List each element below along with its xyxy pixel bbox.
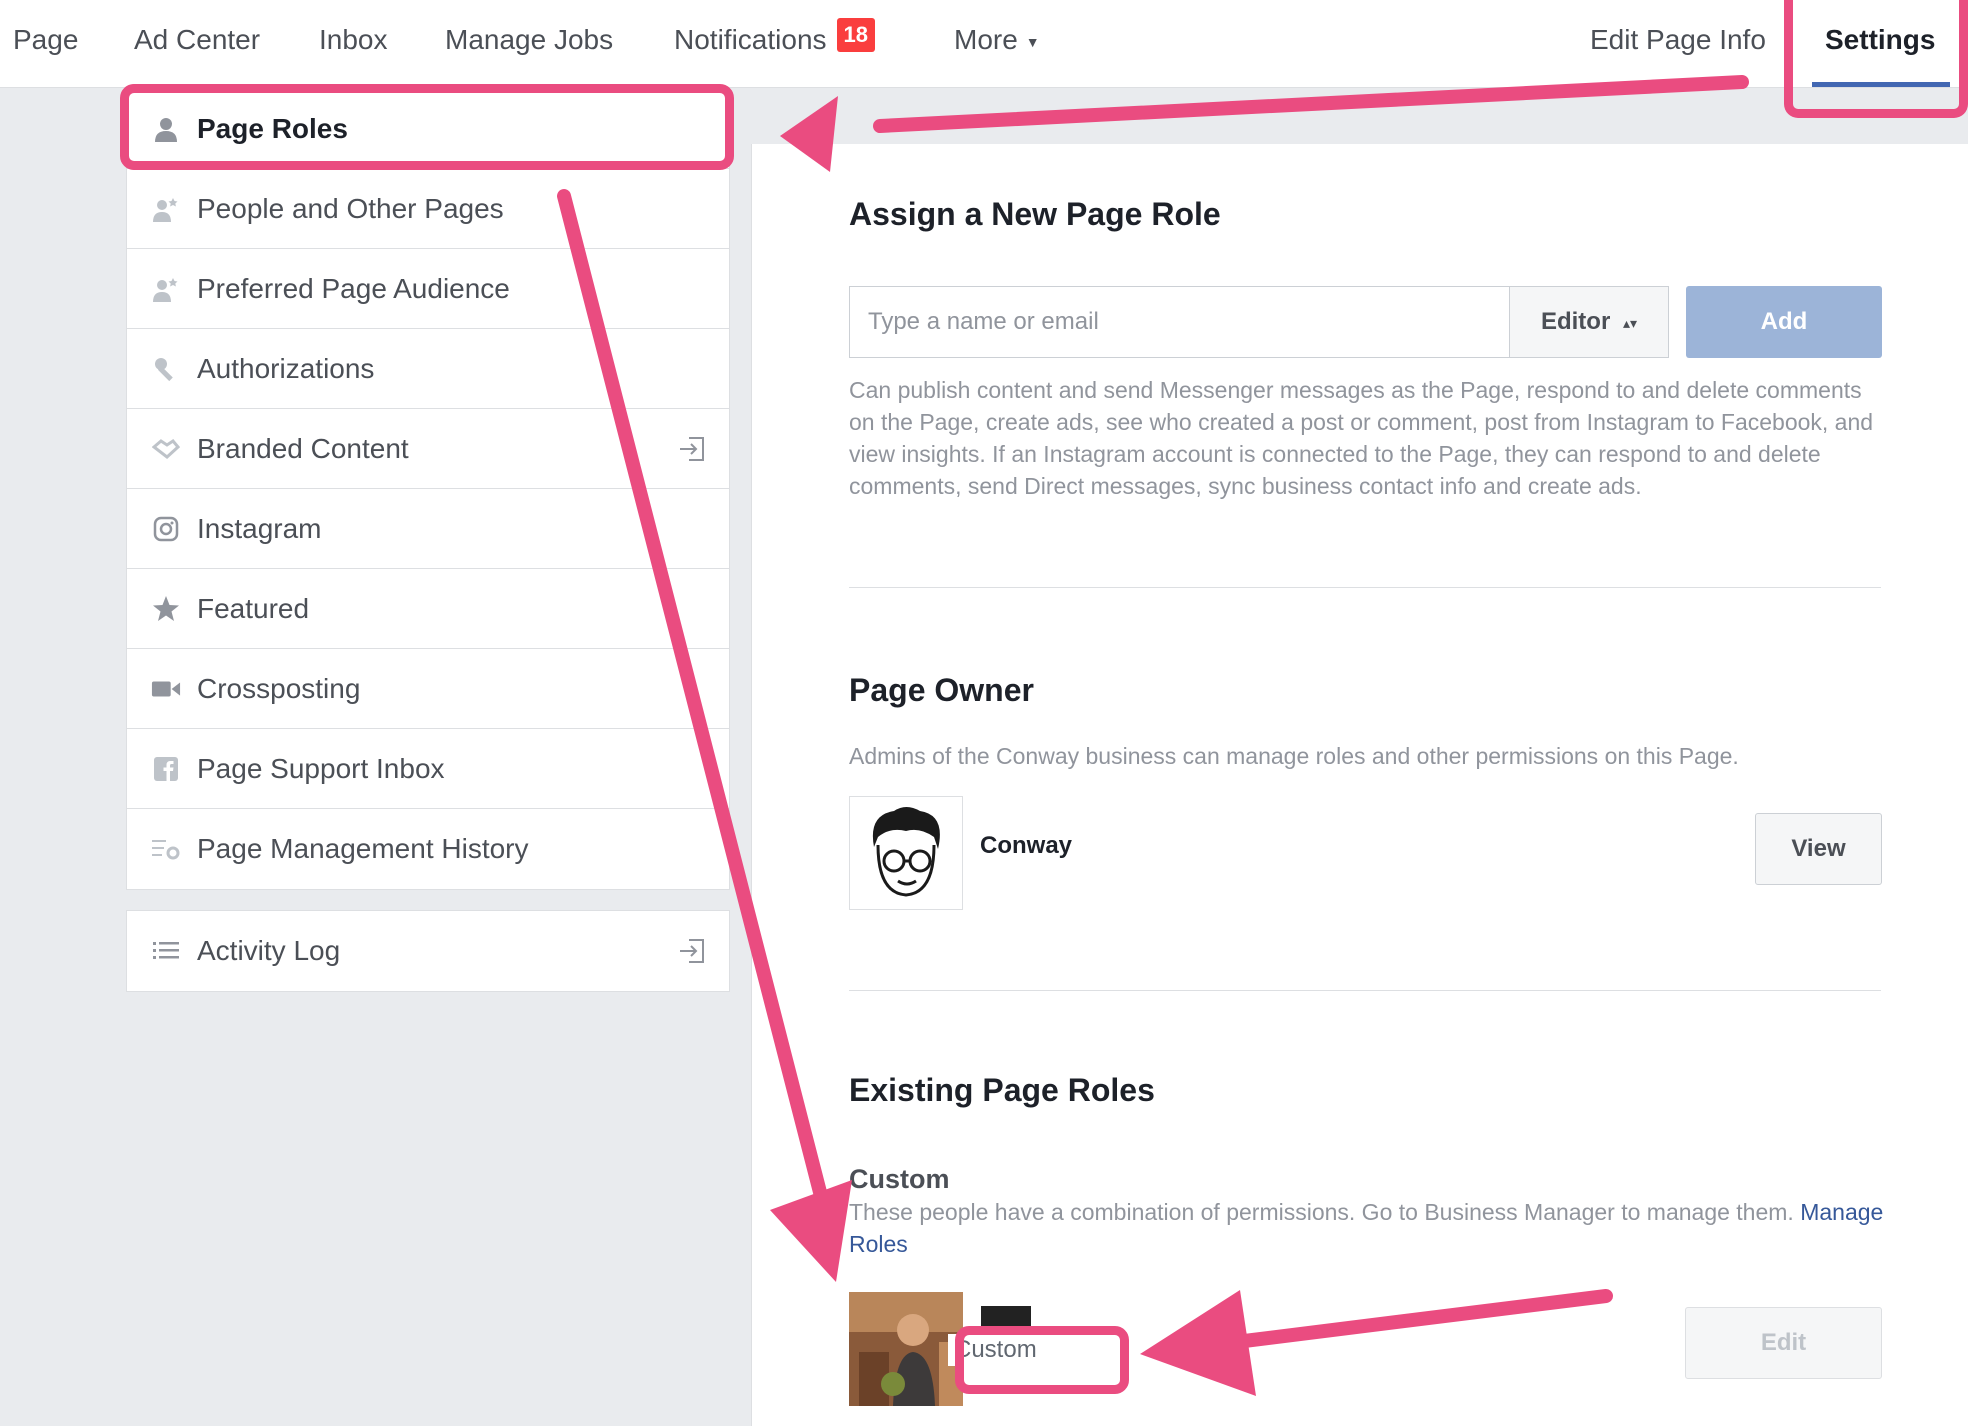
list-icon: [151, 936, 181, 966]
sidebar-item-label: Page Support Inbox: [197, 752, 445, 784]
owner-avatar: [849, 796, 963, 910]
instagram-icon: [151, 514, 181, 544]
existing-roles-title: Existing Page Roles: [849, 1072, 1155, 1108]
sidebar-item-page-support-inbox[interactable]: Page Support Inbox: [127, 729, 729, 809]
sidebar-item-crossposting[interactable]: Crossposting: [127, 649, 729, 729]
page-owner-title: Page Owner: [849, 672, 1034, 708]
sidebar-item-authorizations[interactable]: Authorizations: [127, 329, 729, 409]
sidebar-item-label: Featured: [197, 592, 310, 624]
annotation-box-custom-role: [955, 1326, 1129, 1394]
nav-notifications[interactable]: Notifications 18: [674, 0, 875, 80]
sidebar-item-label: Authorizations: [197, 352, 375, 384]
nav-more[interactable]: More ▼: [954, 0, 1040, 80]
people-icon: [151, 194, 181, 224]
sidebar-item-label: Preferred Page Audience: [197, 272, 510, 304]
custom-description: These people have a combination of permi…: [849, 1196, 1889, 1260]
notifications-badge: 18: [836, 18, 875, 52]
nav-notifications-label: Notifications: [674, 24, 827, 55]
wrench-icon: [151, 354, 181, 384]
editor-role-description: Can publish content and send Messenger m…: [849, 377, 1874, 499]
divider: [849, 587, 1881, 588]
list-gear-icon: [151, 834, 181, 864]
external-link-icon[interactable]: [677, 434, 707, 464]
custom-person-avatar: [849, 1292, 963, 1406]
edit-button[interactable]: Edit: [1685, 1307, 1882, 1379]
role-select-value: Editor: [1540, 308, 1611, 335]
page-owner-description: Admins of the Conway business can manage…: [849, 743, 1739, 769]
settings-sidebar: Page Roles People and Other Pages Prefer…: [126, 88, 730, 890]
sidebar-item-label: Instagram: [197, 512, 322, 544]
nav-inbox[interactable]: Inbox: [319, 0, 388, 80]
owner-name: Conway: [980, 832, 1073, 859]
sidebar-item-label: Page Management History: [197, 833, 529, 864]
caret-down-icon: ▼: [1025, 33, 1040, 50]
sidebar-item-label: Branded Content: [197, 432, 409, 464]
sidebar-item-featured[interactable]: Featured: [127, 569, 729, 649]
sidebar-item-people-and-other-pages[interactable]: People and Other Pages: [127, 169, 729, 249]
sidebar-item-instagram[interactable]: Instagram: [127, 489, 729, 569]
assign-role-title: Assign a New Page Role: [849, 196, 1221, 232]
people-icon: [151, 274, 181, 304]
nav-manage-jobs[interactable]: Manage Jobs: [445, 0, 613, 80]
divider: [849, 990, 1881, 991]
name-or-email-input[interactable]: [849, 286, 1509, 358]
sort-arrows-icon: ▴▾: [1622, 314, 1638, 331]
sidebar-item-page-management-history[interactable]: Page Management History: [127, 809, 729, 889]
add-button[interactable]: Add: [1686, 286, 1882, 358]
custom-section-title: Custom: [849, 1164, 950, 1194]
sidebar-item-activity-log[interactable]: Activity Log: [127, 911, 729, 991]
nav-page[interactable]: Page: [13, 0, 78, 80]
star-icon: [151, 594, 181, 624]
role-select[interactable]: Editor ▴▾: [1509, 286, 1669, 358]
external-link-icon[interactable]: [677, 936, 707, 966]
sidebar-item-label: People and Other Pages: [197, 192, 504, 224]
annotation-box-page-roles: [120, 84, 734, 170]
nav-more-label: More: [954, 24, 1018, 55]
view-button[interactable]: View: [1755, 813, 1882, 885]
sidebar-item-label: Crossposting: [197, 672, 361, 704]
page-roles-panel: Assign a New Page Role Editor ▴▾ Add Can…: [751, 144, 1968, 1426]
video-camera-icon: [151, 674, 181, 704]
annotation-arrow: [873, 75, 1749, 133]
facebook-icon: [151, 754, 181, 784]
sidebar-item-label: Activity Log: [197, 935, 341, 966]
top-navigation: Page Ad Center Inbox Manage Jobs Notific…: [0, 0, 1968, 88]
annotation-box-settings: [1784, 0, 1968, 118]
redacted-name: [981, 1306, 1031, 1328]
activity-log-panel: Activity Log: [126, 910, 730, 992]
nav-ad-center[interactable]: Ad Center: [134, 0, 260, 80]
custom-description-text: These people have a combination of permi…: [849, 1199, 1794, 1225]
sidebar-item-branded-content[interactable]: Branded Content: [127, 409, 729, 489]
sidebar-item-preferred-page-audience[interactable]: Preferred Page Audience: [127, 249, 729, 329]
handshake-icon: [151, 434, 181, 464]
nav-edit-page-info[interactable]: Edit Page Info: [1590, 0, 1766, 80]
